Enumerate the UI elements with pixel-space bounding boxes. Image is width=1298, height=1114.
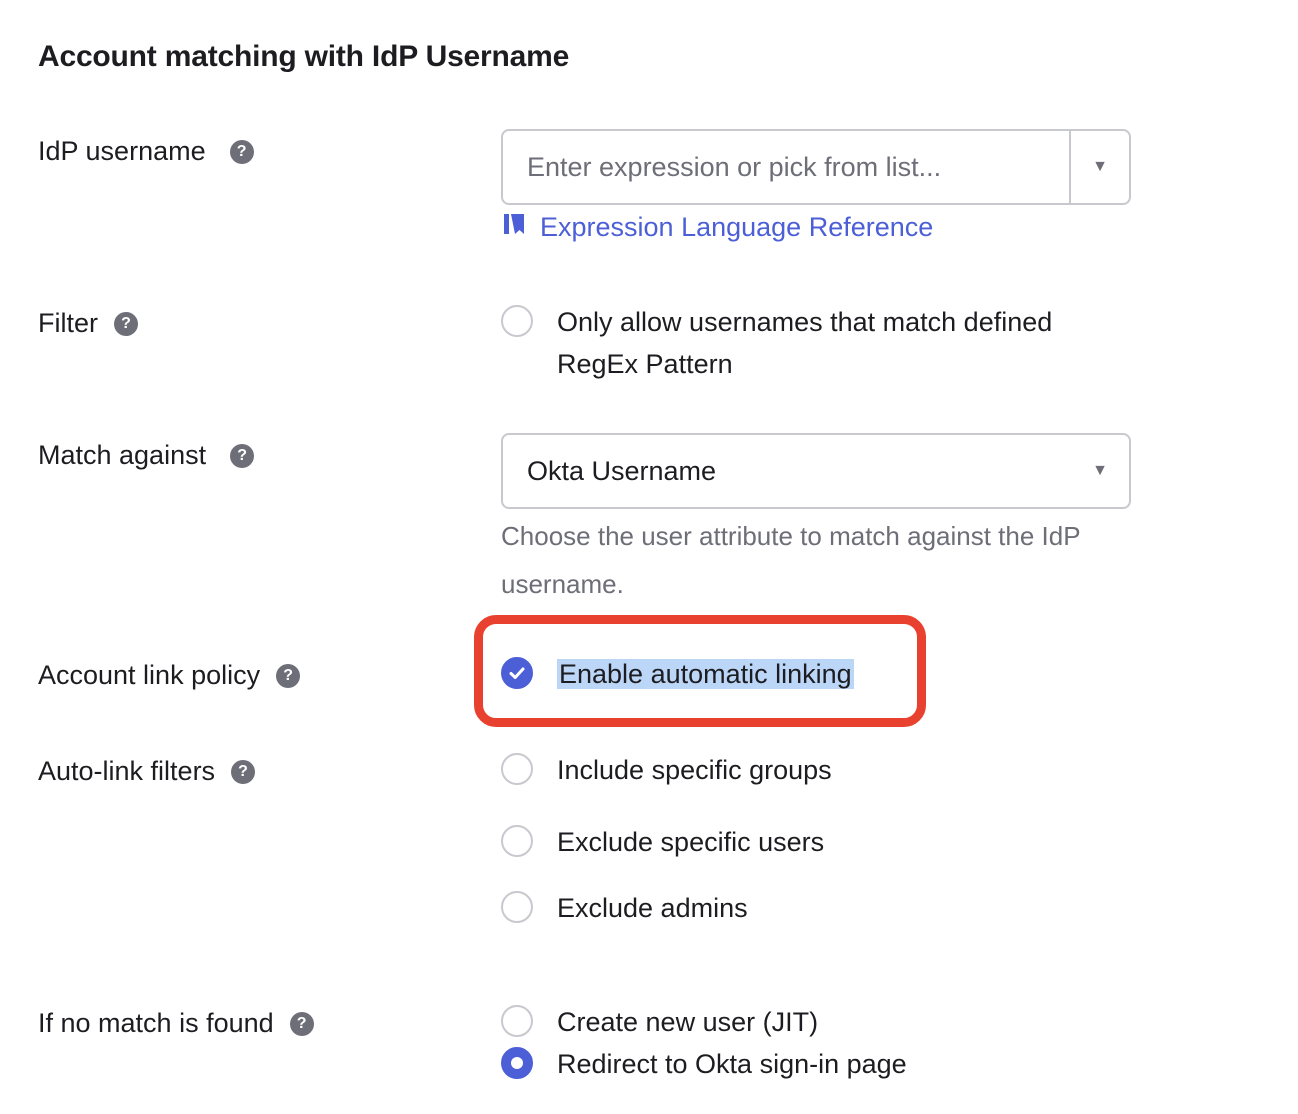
idp-username-combobox[interactable]: ▼ <box>501 129 1131 205</box>
filter-checkbox-label-line1: Only allow usernames that match defined <box>557 307 1053 337</box>
exclude-admins-row[interactable]: Exclude admins <box>501 887 748 929</box>
auto-link-filters-label-row: Auto-link filters ? <box>38 756 256 787</box>
match-against-select[interactable]: Okta Username ▼ <box>501 433 1131 509</box>
filter-label: Filter <box>38 308 98 338</box>
radio-dot <box>511 1057 523 1069</box>
exclude-specific-users-row[interactable]: Exclude specific users <box>501 821 824 863</box>
filter-checkbox-row[interactable]: Only allow usernames that match defined … <box>501 301 1052 385</box>
help-circle-icon[interactable]: ? <box>230 443 255 468</box>
auto-link-filters-label: Auto-link filters <box>38 756 216 786</box>
no-match-label-row: If no match is found ? <box>38 1008 314 1039</box>
exclude-admins-checkbox[interactable] <box>501 891 533 923</box>
selected-text-highlight: Enable automatic linking <box>557 659 854 689</box>
exclude-specific-users-label: Exclude specific users <box>557 827 825 857</box>
match-against-selected-value: Okta Username <box>527 455 717 486</box>
help-circle-icon[interactable]: ? <box>231 759 256 784</box>
filter-checkbox-label: Only allow usernames that match defined … <box>557 301 1052 385</box>
create-new-user-label: Create new user (JIT) <box>557 1007 819 1037</box>
filter-label-row: Filter ? <box>38 308 138 339</box>
create-new-user-row[interactable]: Create new user (JIT) <box>501 1001 818 1043</box>
help-circle-icon[interactable]: ? <box>276 663 301 688</box>
enable-automatic-linking-checkbox[interactable] <box>501 657 533 689</box>
include-specific-groups-label: Include specific groups <box>557 755 832 785</box>
account-link-policy-label: Account link policy <box>38 660 261 690</box>
help-circle-icon[interactable]: ? <box>289 1011 314 1036</box>
redirect-signin-radio[interactable] <box>501 1047 533 1079</box>
idp-username-label-row: IdP username ? <box>38 136 254 167</box>
match-against-hint: Choose the user attribute to match again… <box>501 521 1081 599</box>
include-specific-groups-checkbox[interactable] <box>501 753 533 785</box>
exclude-admins-label: Exclude admins <box>557 893 748 923</box>
match-against-label-row: Match against ? <box>38 440 255 471</box>
book-icon <box>502 212 526 243</box>
no-match-label: If no match is found <box>38 1008 274 1038</box>
section-title: Account matching with IdP Username <box>38 40 570 73</box>
enable-automatic-linking-row[interactable]: Enable automatic linking <box>501 653 854 695</box>
exclude-specific-users-checkbox[interactable] <box>501 825 533 857</box>
help-circle-icon[interactable]: ? <box>229 139 254 164</box>
filter-checkbox[interactable] <box>501 305 533 337</box>
redirect-signin-row[interactable]: Redirect to Okta sign-in page <box>501 1043 907 1085</box>
match-against-label: Match against <box>38 440 207 470</box>
enable-automatic-linking-label: Enable automatic linking <box>557 653 854 695</box>
redirect-signin-label: Redirect to Okta sign-in page <box>557 1049 907 1079</box>
create-new-user-radio[interactable] <box>501 1005 533 1037</box>
expression-language-reference-link[interactable]: Expression Language Reference <box>502 212 933 243</box>
caret-down-icon[interactable]: ▼ <box>1071 131 1129 203</box>
help-circle-icon[interactable]: ? <box>114 311 138 336</box>
filter-checkbox-label-line2: RegEx Pattern <box>557 349 733 379</box>
idp-username-input[interactable] <box>503 131 1069 203</box>
account-link-policy-label-row: Account link policy ? <box>38 660 301 691</box>
expression-language-reference-text: Expression Language Reference <box>540 212 934 242</box>
idp-username-label: IdP username <box>38 136 206 166</box>
caret-down-icon[interactable]: ▼ <box>1071 435 1129 507</box>
check-icon <box>509 667 525 679</box>
include-specific-groups-row[interactable]: Include specific groups <box>501 749 832 791</box>
